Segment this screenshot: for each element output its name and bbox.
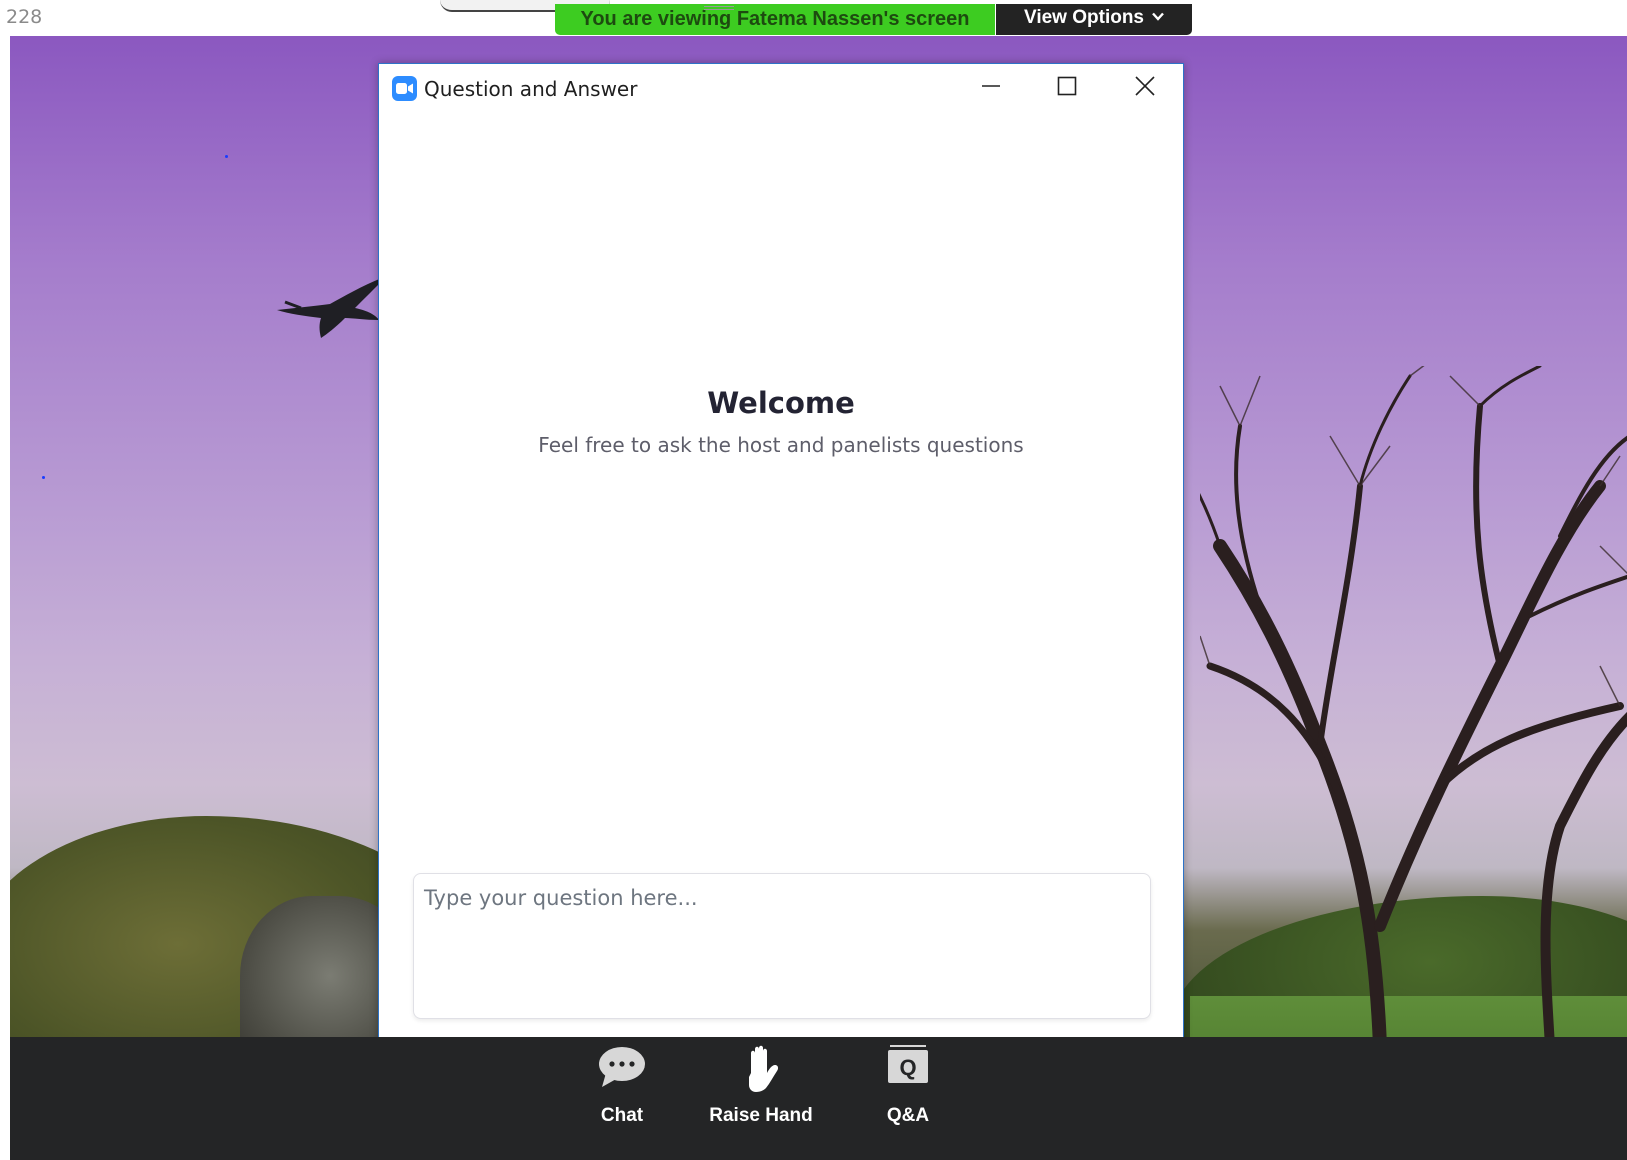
page-number: 228 <box>6 6 43 28</box>
view-options-label: View Options <box>1024 7 1145 28</box>
minimize-icon <box>981 76 1001 101</box>
welcome-heading: Welcome <box>707 386 855 420</box>
chevron-down-icon <box>1152 4 1164 30</box>
chat-bubble-icon <box>598 1045 646 1094</box>
qa-board-icon: Q <box>886 1045 930 1090</box>
maximize-button[interactable] <box>1047 72 1087 104</box>
view-options-button[interactable]: View Options <box>996 4 1192 35</box>
qa-window-title: Question and Answer <box>424 77 638 101</box>
close-icon <box>1134 75 1156 102</box>
cursor-dot <box>225 155 228 158</box>
chat-button[interactable]: Chat <box>592 1045 652 1126</box>
qa-window: Question and Answer Welcome Feel free to… <box>378 63 1184 1046</box>
drag-grip-icon[interactable] <box>704 6 734 10</box>
chat-label: Chat <box>600 1105 644 1126</box>
qa-titlebar[interactable]: Question and Answer <box>379 64 1183 112</box>
background-tree <box>1200 366 1627 1046</box>
question-input[interactable] <box>413 873 1151 1019</box>
qa-button[interactable]: Q Q&A <box>880 1045 936 1126</box>
maximize-icon <box>1057 76 1077 101</box>
close-button[interactable] <box>1125 72 1165 104</box>
raise-hand-label: Raise Hand <box>709 1105 813 1126</box>
raise-hand-button[interactable]: Raise Hand <box>705 1045 817 1126</box>
qa-label: Q&A <box>886 1105 930 1126</box>
background-bird <box>277 276 387 338</box>
hand-icon <box>739 1045 783 1098</box>
cursor-dot <box>42 476 45 479</box>
minimize-button[interactable] <box>971 72 1011 104</box>
viewing-status-text: You are viewing Fatema Nassen's screen <box>555 4 995 35</box>
meeting-toolbar: Chat Raise Hand Q Q&A <box>10 1037 1627 1160</box>
welcome-subtitle: Feel free to ask the host and panelists … <box>538 433 1024 457</box>
zoom-camera-icon <box>392 76 417 101</box>
qa-icon-letter: Q <box>899 1055 916 1080</box>
screen-share-banner: You are viewing Fatema Nassen's screen V… <box>440 0 1192 36</box>
